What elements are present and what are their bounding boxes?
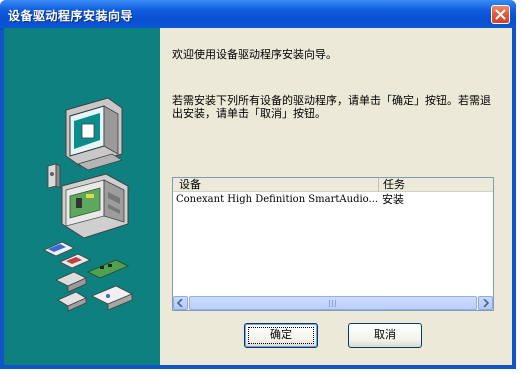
scrollbar-thumb[interactable] <box>189 296 477 310</box>
modem-icon <box>91 285 133 311</box>
cancel-button[interactable]: 取消 <box>348 323 422 348</box>
window-title: 设备驱动程序安装向导 <box>8 9 134 23</box>
close-icon <box>495 9 506 20</box>
arrow-right-icon <box>483 299 489 307</box>
computer-hardware-illustration <box>43 97 133 312</box>
scroll-right-button[interactable] <box>478 296 493 310</box>
scrollbar-grip <box>329 300 338 307</box>
arrow-left-icon <box>177 299 183 307</box>
drive-icon-1 <box>55 271 87 293</box>
welcome-text: 欢迎使用设备驱动程序安装向导。 <box>172 48 337 61</box>
card-icon-2 <box>59 253 91 269</box>
scroll-left-button[interactable] <box>173 296 188 310</box>
dialog-client-area: 欢迎使用设备驱动程序安装向导。 若需安装下列所有设备的驱动程序，请单击「确定」按… <box>4 28 512 365</box>
network-card-icon <box>87 259 129 279</box>
cancel-button-label: 取消 <box>374 328 396 341</box>
pc-case-icon <box>61 173 129 239</box>
drive-icon-2 <box>57 291 87 312</box>
list-item[interactable]: Conexant High Definition SmartAudio... 安… <box>173 193 493 207</box>
focus-rectangle <box>248 327 314 344</box>
column-header-device[interactable]: 设备 <box>173 178 379 192</box>
device-task: 安装 <box>382 193 404 206</box>
device-name: Conexant High Definition SmartAudio... <box>176 194 378 205</box>
instructions-text: 若需安装下列所有设备的驱动程序，请单击「确定」按钮。若需退出安装，请单击「取消」… <box>172 94 491 120</box>
ok-button[interactable]: 确定 <box>244 323 318 348</box>
close-button[interactable] <box>491 5 510 24</box>
side-banner <box>4 28 160 365</box>
horizontal-scrollbar[interactable] <box>173 296 493 310</box>
speaker-icon <box>47 163 61 189</box>
title-bar[interactable]: 设备驱动程序安装向导 <box>0 0 516 28</box>
device-list[interactable]: 设备 任务 Conexant High Definition SmartAudi… <box>172 177 494 311</box>
wizard-window: 设备驱动程序安装向导 欢迎使用设备驱动程序安装向导。 若需安装下列所有设备的驱动… <box>0 0 516 369</box>
card-icon-1 <box>43 241 75 257</box>
content-panel: 欢迎使用设备驱动程序安装向导。 若需安装下列所有设备的驱动程序，请单击「确定」按… <box>160 28 512 365</box>
list-header: 设备 任务 <box>173 178 493 192</box>
column-header-task[interactable]: 任务 <box>379 178 493 192</box>
monitor-icon <box>65 97 123 171</box>
